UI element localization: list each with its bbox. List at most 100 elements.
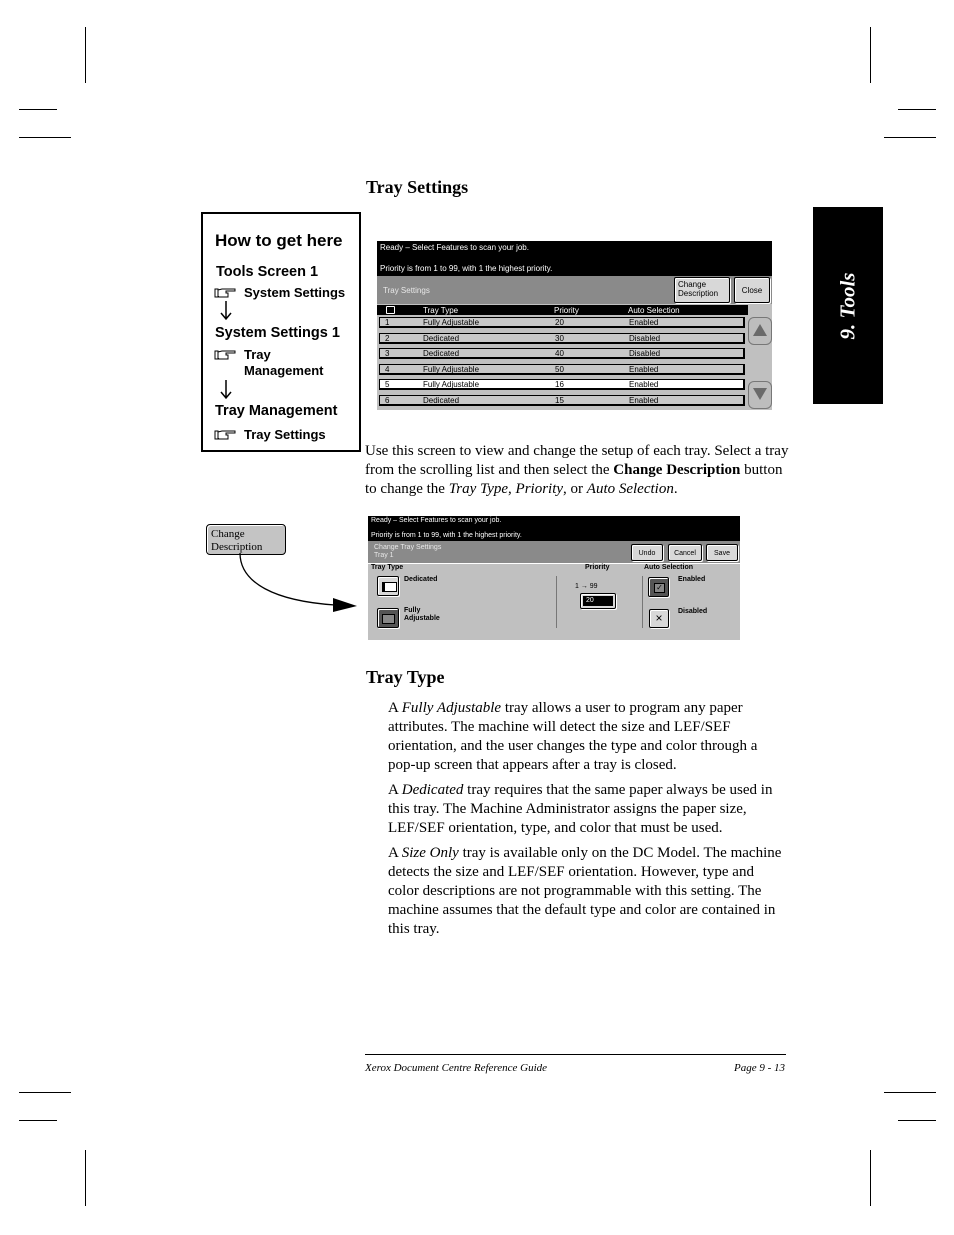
paragraph: A Fully Adjustable tray allows a user to… [388, 699, 788, 775]
disabled-button[interactable]: × [649, 609, 669, 628]
heading-tray-settings: Tray Settings [366, 177, 469, 197]
fully-adjustable-label: Fully Adjustable [404, 607, 440, 623]
undo-button[interactable]: Undo [631, 544, 663, 561]
dedicated-label: Dedicated [404, 576, 438, 583]
crop-mark [884, 137, 936, 138]
scroll-down-button[interactable] [748, 381, 772, 409]
step-screen: System Settings 1 [215, 325, 340, 341]
tray-priority: 30 [555, 333, 564, 343]
tray-priority: 50 [555, 364, 564, 374]
button-label: Description [678, 289, 719, 298]
button-label: Cancel [674, 550, 696, 557]
button-label: Change [678, 280, 707, 289]
crop-mark [19, 137, 71, 138]
tray-auto-selection: Enabled [629, 318, 659, 327]
crop-mark [870, 1150, 871, 1206]
tray-priority: 15 [555, 395, 564, 405]
table-row[interactable]: 3 Dedicated 40 Disabled [379, 348, 745, 359]
table-row[interactable]: 6 Dedicated 15 Enabled [379, 394, 745, 406]
priority-field[interactable]: 20 [580, 593, 616, 609]
divider [642, 576, 643, 628]
change-description-button[interactable]: Change Description [674, 277, 730, 303]
text: . [673, 481, 678, 497]
step-action-line2: Management [244, 363, 324, 378]
status-message: Ready – Select Features to scan your job… [368, 516, 740, 541]
paragraph: A Size Only tray is available only on th… [388, 844, 788, 939]
text-italic: Fully Adjustable [401, 700, 502, 716]
text-italic: Size Only [401, 845, 459, 861]
tray-number: 2 [385, 333, 390, 343]
text-italic: Tray Type [448, 481, 509, 497]
tray-type: Dedicated [423, 333, 460, 343]
step-screen: Tray Management [215, 403, 338, 419]
step-action: Tray Settings [244, 427, 326, 442]
tray-type-paragraphs: A Fully Adjustable tray allows a user to… [388, 699, 788, 945]
table-row[interactable]: 5 Fully Adjustable 16 Enabled [379, 379, 745, 390]
down-arrow-icon [220, 380, 232, 400]
save-button[interactable]: Save [706, 544, 738, 561]
label-line: Adjustable [404, 615, 440, 622]
section-tab-label: 9. Tools [835, 272, 860, 339]
tray-auto-selection: Enabled [629, 395, 659, 405]
tray-auto-selection: Disabled [629, 333, 661, 343]
text: A [388, 700, 402, 716]
paragraph: A Dedicated tray requires that the same … [388, 781, 788, 838]
auto-selection-label: Auto Selection [644, 564, 694, 571]
text-bold: Change Description [613, 462, 741, 478]
step-action-line1: Tray [244, 347, 271, 362]
checkmark-icon: ✓ [654, 583, 665, 593]
callout-change-description-button: Change Description [206, 524, 286, 555]
tray-type-label: Tray Type [371, 564, 404, 571]
column-header: Auto Selection [628, 306, 680, 315]
tray-settings-screen: Ready – Select Features to scan your job… [377, 241, 772, 410]
button-label: Undo [638, 550, 656, 557]
scroll-up-button[interactable] [748, 317, 772, 345]
tray-number: 4 [385, 364, 390, 374]
tray-priority: 16 [555, 380, 564, 389]
step-action: Tray Management [244, 347, 323, 379]
tray-number: 6 [385, 395, 390, 405]
arrow-up-icon [753, 324, 767, 336]
crop-mark [85, 1150, 86, 1206]
text-italic: Dedicated [401, 782, 464, 798]
crop-mark [19, 109, 57, 110]
tray-priority: 20 [555, 318, 564, 327]
tray-type: Dedicated [423, 395, 460, 405]
crop-mark [85, 27, 86, 83]
button-label: Save [714, 550, 730, 557]
label-line: Fully [404, 607, 421, 614]
tray-auto-selection: Enabled [629, 380, 659, 389]
text-italic: Priority [515, 481, 564, 497]
table-row[interactable]: 1 Fully Adjustable 20 Enabled [379, 317, 745, 328]
callout-arrow [239, 553, 357, 612]
tray-number: 5 [385, 380, 390, 389]
cancel-button[interactable]: Cancel [668, 544, 702, 561]
tray-auto-selection: Enabled [629, 364, 659, 374]
text-italic: Auto Selection [586, 481, 674, 497]
list-icon [386, 306, 395, 314]
status-line: Ready – Select Features to scan your job… [371, 517, 502, 524]
status-message: Ready – Select Features to scan your job… [377, 241, 772, 276]
adjustable-tray-icon [382, 614, 395, 624]
crop-mark [19, 1120, 57, 1121]
column-header: Priority [554, 306, 579, 315]
pointing-hand-icon [214, 430, 236, 440]
screen-title: Tray Settings [383, 286, 430, 295]
text: A [388, 845, 402, 861]
crop-mark [19, 1092, 71, 1093]
priority-range: 1 → 99 [575, 583, 598, 590]
enabled-label: Enabled [678, 576, 706, 583]
pointing-hand-icon [214, 350, 236, 360]
tray-type: Fully Adjustable [423, 364, 480, 374]
dedicated-tray-icon [382, 582, 397, 592]
close-button[interactable]: Close [734, 277, 770, 303]
table-row[interactable]: 4 Fully Adjustable 50 Enabled [379, 363, 745, 375]
fully-adjustable-button[interactable] [377, 608, 399, 628]
table-row[interactable]: 2 Dedicated 30 Disabled [379, 332, 745, 344]
disabled-label: Disabled [678, 608, 708, 615]
text: A [388, 782, 402, 798]
divider [556, 576, 557, 628]
enabled-button[interactable]: ✓ [648, 577, 669, 597]
dedicated-button[interactable] [377, 576, 399, 596]
arrow-down-icon [753, 388, 767, 400]
